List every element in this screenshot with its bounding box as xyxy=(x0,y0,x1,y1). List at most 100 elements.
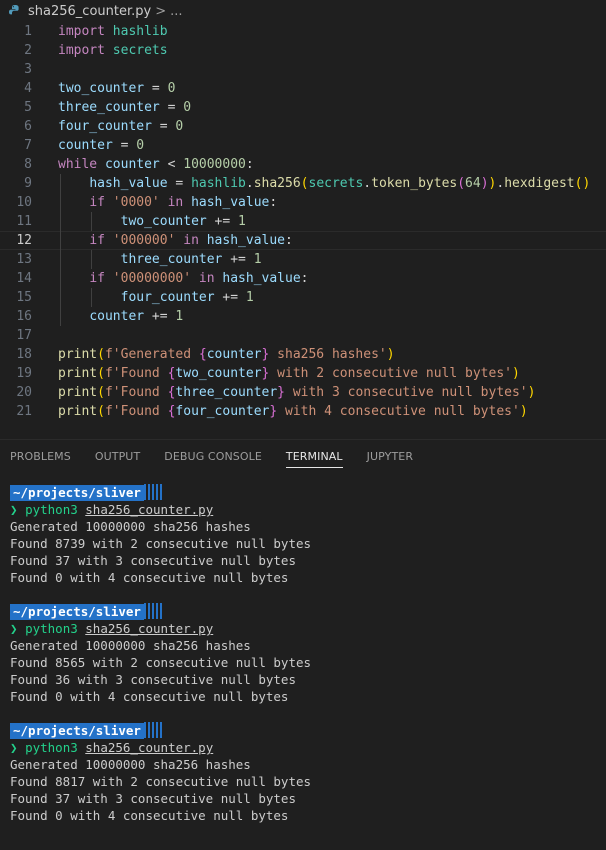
line-number: 2 xyxy=(24,43,32,58)
variable-token: two_counter xyxy=(58,81,145,96)
code-line[interactable]: 9 hash_value = hashlib.sha256(secrets.to… xyxy=(0,174,606,193)
tab-output[interactable]: OUTPUT xyxy=(95,440,140,474)
breadcrumb-file[interactable]: sha256_counter.py xyxy=(28,4,151,19)
indent-guide xyxy=(91,250,92,269)
operator-token: += xyxy=(222,252,254,267)
number-token: 1 xyxy=(238,214,246,229)
breadcrumb: sha256_counter.py > ... xyxy=(0,0,606,22)
prompt-arrow-icon: ❯ xyxy=(10,621,18,636)
command-argument[interactable]: sha256_counter.py xyxy=(85,740,213,755)
string-token: f'Found xyxy=(104,366,168,381)
line-number: 6 xyxy=(24,119,32,134)
indent-guide xyxy=(60,231,61,250)
indent-guide xyxy=(60,269,61,288)
code-line[interactable]: 20 print(f'Found {three_counter} with 3 c… xyxy=(0,383,606,402)
code-line[interactable]: 11 two_counter += 1 xyxy=(0,212,606,231)
indent-guide xyxy=(60,307,61,326)
indent-guide xyxy=(60,193,61,212)
bottom-panel: PROBLEMS OUTPUT DEBUG CONSOLE TERMINAL J… xyxy=(0,439,606,850)
code-line[interactable]: 4 two_counter = 0 xyxy=(0,79,606,98)
prompt-tail xyxy=(143,722,164,738)
variable-token: hash_value xyxy=(222,271,301,286)
command-argument[interactable]: sha256_counter.py xyxy=(85,621,213,636)
command-argument[interactable]: sha256_counter.py xyxy=(85,502,213,517)
output-line: Generated 10000000 sha256 hashes xyxy=(10,638,251,653)
code-editor[interactable]: 1 import hashlib 2 import secrets 3 4 two_c… xyxy=(0,22,606,439)
indent-guide xyxy=(60,250,61,269)
code-line[interactable]: 17 xyxy=(0,326,606,345)
string-token: '00000000' xyxy=(112,271,192,286)
tab-problems[interactable]: PROBLEMS xyxy=(10,440,71,474)
prompt-path: ~/projects/sliver xyxy=(10,723,144,739)
line-number: 13 xyxy=(16,252,32,267)
variable-token: counter xyxy=(206,347,262,362)
tab-jupyter[interactable]: JUPYTER xyxy=(367,440,413,474)
line-number: 4 xyxy=(24,81,32,96)
code-line[interactable]: 19 print(f'Found {two_counter} with 2 con… xyxy=(0,364,606,383)
keyword-token: import xyxy=(58,24,105,39)
keyword-token: if xyxy=(89,271,105,286)
operator-token: = xyxy=(144,81,168,96)
number-token: 10000000 xyxy=(183,157,246,172)
line-number: 11 xyxy=(16,214,32,229)
output-line: Found 8565 with 2 consecutive null bytes xyxy=(10,655,312,670)
variable-token: hash_value xyxy=(89,176,168,191)
code-line[interactable]: 8 while counter < 10000000: xyxy=(0,155,606,174)
code-line[interactable]: 5 three_counter = 0 xyxy=(0,98,606,117)
code-line[interactable]: 21 print(f'Found {four_counter} with 4 co… xyxy=(0,402,606,421)
code-line[interactable]: 7 counter = 0 xyxy=(0,136,606,155)
bracket-token: ) xyxy=(527,385,536,400)
terminal-run: ~/projects/sliver ❯ python3 sha256_count… xyxy=(10,603,606,705)
module-token: hashlib xyxy=(191,176,246,191)
code-line[interactable]: 2 import secrets xyxy=(0,41,606,60)
line-number: 18 xyxy=(16,347,32,362)
panel-tabs: PROBLEMS OUTPUT DEBUG CONSOLE TERMINAL J… xyxy=(0,440,606,474)
tab-terminal[interactable]: TERMINAL xyxy=(285,440,343,474)
keyword-token: in xyxy=(198,271,215,286)
operator-token: = xyxy=(167,176,192,191)
operator-token: += xyxy=(214,290,246,305)
line-number: 5 xyxy=(24,100,32,115)
bracket-token: ( xyxy=(97,385,105,400)
number-token: 0 xyxy=(175,119,184,134)
output-line: Generated 10000000 sha256 hashes xyxy=(10,757,251,772)
code-line[interactable]: 16 counter += 1 xyxy=(0,307,606,326)
number-token: 64 xyxy=(465,176,481,191)
code-line[interactable]: 6 four_counter = 0 xyxy=(0,117,606,136)
bracket-token: ) xyxy=(519,404,528,419)
tab-debug-console[interactable]: DEBUG CONSOLE xyxy=(164,440,262,474)
function-token: print xyxy=(58,404,98,419)
operator-token: += xyxy=(206,214,239,229)
code-line[interactable]: 10 if '0000' in hash_value: xyxy=(0,193,606,212)
code-line-active[interactable]: 12 if '000000' in hash_value: xyxy=(0,231,606,250)
command-text: python3 xyxy=(25,621,78,636)
code-line[interactable]: 15 four_counter += 1 xyxy=(0,288,606,307)
prompt-tail xyxy=(143,603,164,619)
function-token: hexdigest xyxy=(504,176,575,191)
breadcrumb-more[interactable]: ... xyxy=(170,4,182,19)
bracket-token: ( xyxy=(457,176,466,191)
variable-token: three_counter xyxy=(175,385,278,400)
variable-token: hash_value xyxy=(206,233,286,248)
string-token: f'Found xyxy=(104,385,168,400)
variable-token: two_counter xyxy=(175,366,262,381)
variable-token: three_counter xyxy=(120,252,223,267)
bracket-token: } xyxy=(269,404,278,419)
code-line[interactable]: 18 print(f'Generated {counter} sha256 has… xyxy=(0,345,606,364)
terminal-output[interactable]: ~/projects/sliver ❯ python3 sha256_count… xyxy=(0,474,606,824)
operator-token: : xyxy=(269,195,278,210)
string-token: f'Found xyxy=(104,404,168,419)
prompt-path: ~/projects/sliver xyxy=(10,604,144,620)
code-line[interactable]: 14 if '00000000' in hash_value: xyxy=(0,269,606,288)
operator-token: += xyxy=(144,309,176,324)
variable-token: four_counter xyxy=(120,290,215,305)
variable-token: three_counter xyxy=(58,100,160,115)
code-line[interactable]: 3 xyxy=(0,60,606,79)
string-token: sha256 hashes' xyxy=(269,347,387,362)
prompt-arrow-icon: ❯ xyxy=(10,502,18,517)
bracket-token: } xyxy=(277,385,285,400)
code-line[interactable]: 1 import hashlib xyxy=(0,22,606,41)
code-line[interactable]: 13 three_counter += 1 xyxy=(0,250,606,269)
variable-token: counter xyxy=(89,309,145,324)
bracket-token: ) xyxy=(480,176,489,191)
